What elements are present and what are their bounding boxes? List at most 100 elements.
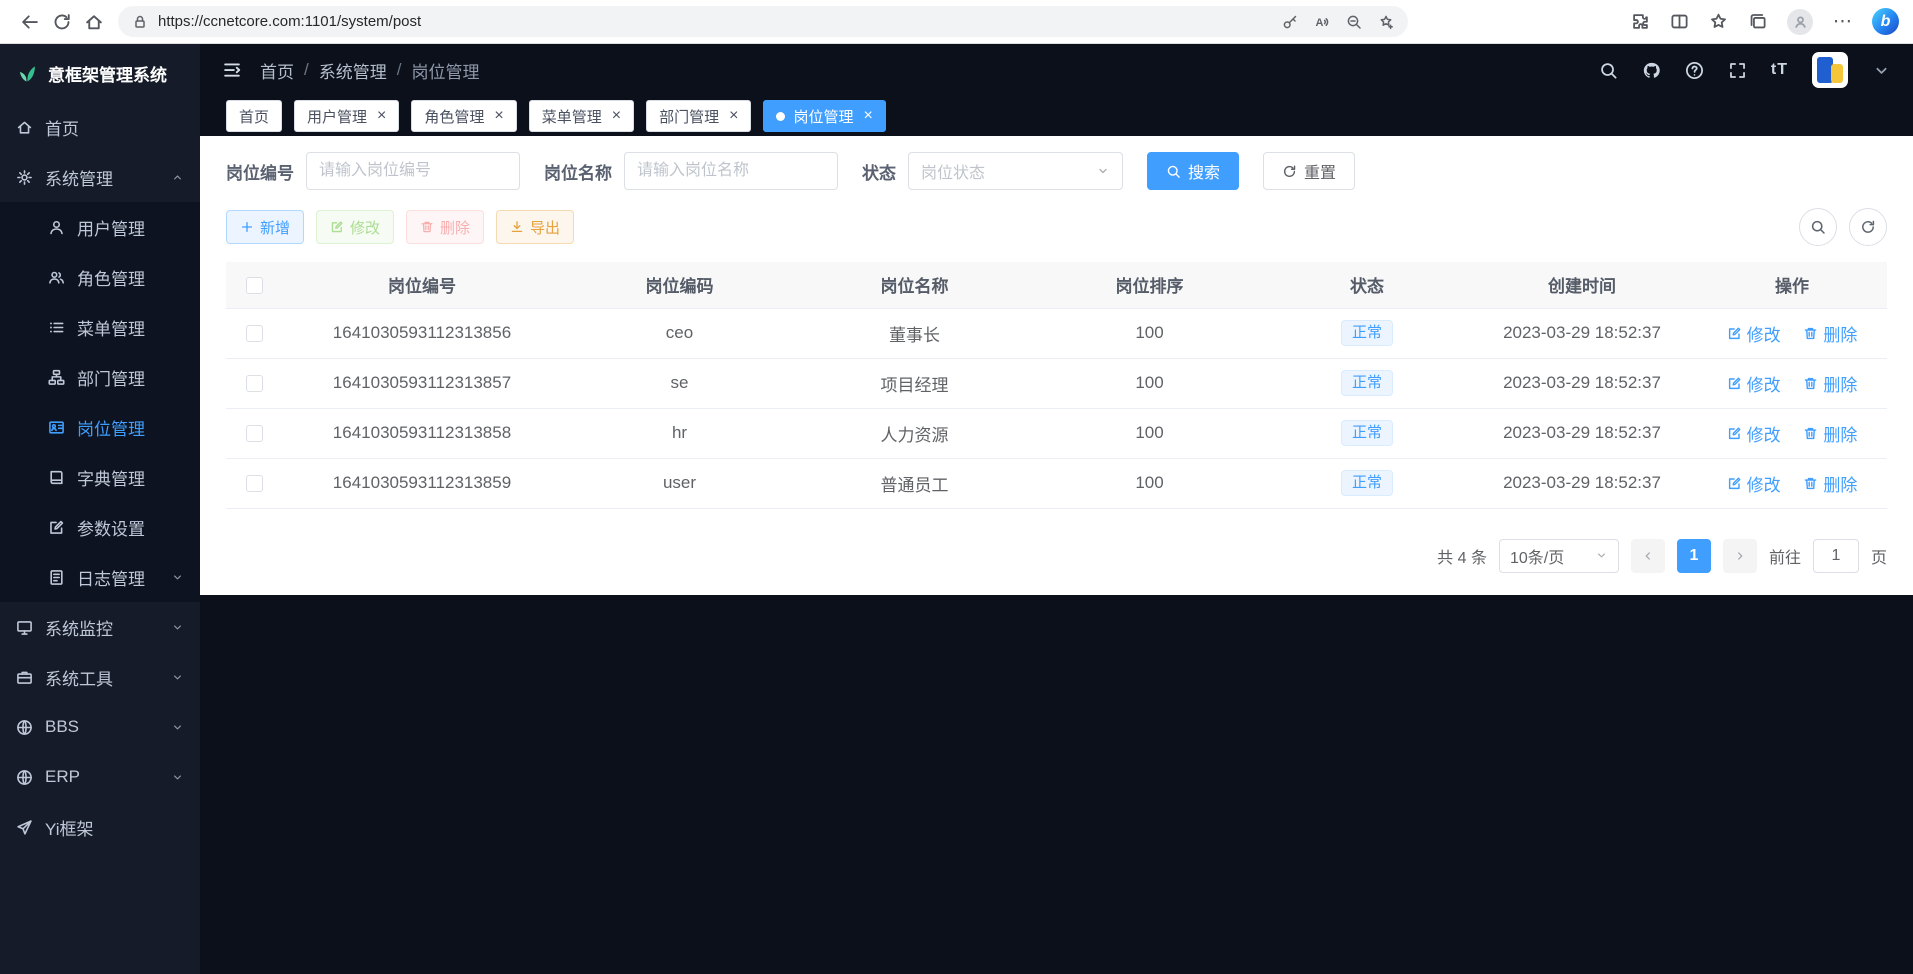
favorites-icon[interactable] <box>1709 12 1728 31</box>
add-button[interactable]: 新增 <box>226 210 304 244</box>
sidebar-toggle-button[interactable] <box>222 60 242 80</box>
fullscreen-icon[interactable] <box>1728 61 1747 80</box>
refresh-icon <box>1282 164 1297 179</box>
password-key-icon[interactable] <box>1282 14 1298 30</box>
col-post-name: 岗位名称 <box>797 262 1032 308</box>
collections-icon[interactable] <box>1748 12 1767 31</box>
sidebar-item-user-mgmt[interactable]: 用户管理 <box>0 202 200 252</box>
row-delete-link[interactable]: 删除 <box>1803 321 1857 346</box>
reload-button[interactable] <box>46 6 78 38</box>
chevron-down-icon <box>1096 164 1110 178</box>
sidebar-item-home[interactable]: 首页 <box>0 102 200 152</box>
delete-button[interactable]: 删除 <box>406 210 484 244</box>
close-icon[interactable]: × <box>377 108 386 124</box>
refresh-table-button[interactable] <box>1849 208 1887 246</box>
tab-home[interactable]: 首页 <box>226 100 282 132</box>
table-row: 1641030593112313856 ceo 董事长 100 正常 2023-… <box>226 308 1887 358</box>
edit-icon <box>48 519 65 536</box>
copilot-icon[interactable]: b <box>1872 8 1899 35</box>
edit-button[interactable]: 修改 <box>316 210 394 244</box>
split-screen-icon[interactable] <box>1670 12 1689 31</box>
sidebar-item-system-mgmt[interactable]: 系统管理 <box>0 152 200 202</box>
profile-button[interactable] <box>1787 9 1813 35</box>
sidebar-item-role-mgmt[interactable]: 角色管理 <box>0 252 200 302</box>
chevron-down-icon <box>171 571 184 584</box>
page-size-select[interactable]: 10条/页 <box>1499 539 1619 573</box>
export-button[interactable]: 导出 <box>496 210 574 244</box>
row-delete-link[interactable]: 删除 <box>1803 471 1857 496</box>
home-button[interactable] <box>78 6 110 38</box>
row-delete-link[interactable]: 删除 <box>1803 371 1857 396</box>
sidebar-item-post-mgmt[interactable]: 岗位管理 <box>0 402 200 452</box>
home-icon <box>84 12 104 32</box>
tab-post-mgmt[interactable]: 岗位管理 × <box>763 100 885 132</box>
close-icon[interactable]: × <box>863 108 872 124</box>
close-icon[interactable]: × <box>729 108 738 124</box>
cell-post-name: 项目经理 <box>797 358 1032 408</box>
sidebar-item-dict-mgmt[interactable]: 字典管理 <box>0 452 200 502</box>
github-icon[interactable] <box>1642 61 1661 80</box>
settings-menu-button[interactable]: ⋯ <box>1833 12 1852 31</box>
select-all-checkbox[interactable] <box>246 277 263 294</box>
cell-created: 2023-03-29 18:52:37 <box>1467 408 1697 458</box>
tab-role-mgmt[interactable]: 角色管理 × <box>411 100 516 132</box>
row-checkbox[interactable] <box>246 425 263 442</box>
export-button-label: 导出 <box>530 217 560 238</box>
extensions-icon[interactable] <box>1631 12 1650 31</box>
tab-dept-mgmt[interactable]: 部门管理 × <box>646 100 751 132</box>
close-icon[interactable]: × <box>494 108 503 124</box>
prev-page-button[interactable] <box>1631 539 1665 573</box>
row-checkbox[interactable] <box>246 325 263 342</box>
status-badge: 正常 <box>1341 320 1393 347</box>
goto-page-input[interactable] <box>1813 539 1859 573</box>
close-icon[interactable]: × <box>612 108 621 124</box>
text-size-icon[interactable]: tT <box>1771 61 1788 79</box>
back-button[interactable] <box>14 6 46 38</box>
breadcrumb-system-mgmt[interactable]: 系统管理 <box>319 58 387 83</box>
next-page-button[interactable] <box>1723 539 1757 573</box>
post-name-input[interactable] <box>624 152 838 190</box>
breadcrumb-home[interactable]: 首页 <box>260 58 294 83</box>
sidebar-item-menu-mgmt[interactable]: 菜单管理 <box>0 302 200 352</box>
add-favorite-star-icon[interactable] <box>1378 14 1394 30</box>
search-button[interactable]: 搜索 <box>1147 152 1239 190</box>
row-checkbox[interactable] <box>246 375 263 392</box>
sidebar-item-log-mgmt[interactable]: 日志管理 <box>0 552 200 602</box>
sidebar-item-label: ERP <box>45 767 80 787</box>
cell-post-code: ceo <box>562 308 797 358</box>
user-avatar[interactable] <box>1812 52 1848 88</box>
row-edit-link[interactable]: 修改 <box>1727 321 1781 346</box>
paper-plane-icon <box>16 819 33 836</box>
row-edit-link[interactable]: 修改 <box>1727 421 1781 446</box>
reset-button[interactable]: 重置 <box>1263 152 1355 190</box>
address-bar[interactable]: https://ccnetcore.com:1101/system/post <box>118 6 1408 37</box>
row-delete-link[interactable]: 删除 <box>1803 421 1857 446</box>
zoom-icon[interactable] <box>1346 14 1362 30</box>
sidebar-item-yi-framework[interactable]: Yi框架 <box>0 802 200 852</box>
post-table: 岗位编号 岗位编码 岗位名称 岗位排序 状态 创建时间 操作 16410305 <box>226 262 1887 509</box>
help-icon[interactable] <box>1685 61 1704 80</box>
header-search-icon[interactable] <box>1599 61 1618 80</box>
page-1-button[interactable]: 1 <box>1677 539 1711 573</box>
row-checkbox[interactable] <box>246 475 263 492</box>
breadcrumb-current: 岗位管理 <box>411 58 479 83</box>
status-select[interactable]: 岗位状态 <box>908 152 1123 190</box>
sidebar-item-param-settings[interactable]: 参数设置 <box>0 502 200 552</box>
sidebar-item-system-monitor[interactable]: 系统监控 <box>0 602 200 652</box>
post-code-input[interactable] <box>306 152 520 190</box>
app-logo[interactable]: 意框架管理系统 <box>0 44 200 102</box>
tab-user-mgmt[interactable]: 用户管理 × <box>294 100 399 132</box>
toggle-search-button[interactable] <box>1799 208 1837 246</box>
sidebar-item-system-tools[interactable]: 系统工具 <box>0 652 200 702</box>
sidebar-item-erp[interactable]: ERP <box>0 752 200 802</box>
active-tab-dot <box>776 112 785 121</box>
url-text[interactable]: https://ccnetcore.com:1101/system/post <box>158 13 1272 30</box>
sidebar-item-dept-mgmt[interactable]: 部门管理 <box>0 352 200 402</box>
sidebar-item-label: 参数设置 <box>77 515 145 540</box>
row-edit-link[interactable]: 修改 <box>1727 371 1781 396</box>
user-menu-caret-icon[interactable] <box>1872 61 1891 80</box>
row-edit-link[interactable]: 修改 <box>1727 471 1781 496</box>
sidebar-item-bbs[interactable]: BBS <box>0 702 200 752</box>
tab-menu-mgmt[interactable]: 菜单管理 × <box>529 100 634 132</box>
read-aloud-icon[interactable] <box>1314 14 1330 30</box>
